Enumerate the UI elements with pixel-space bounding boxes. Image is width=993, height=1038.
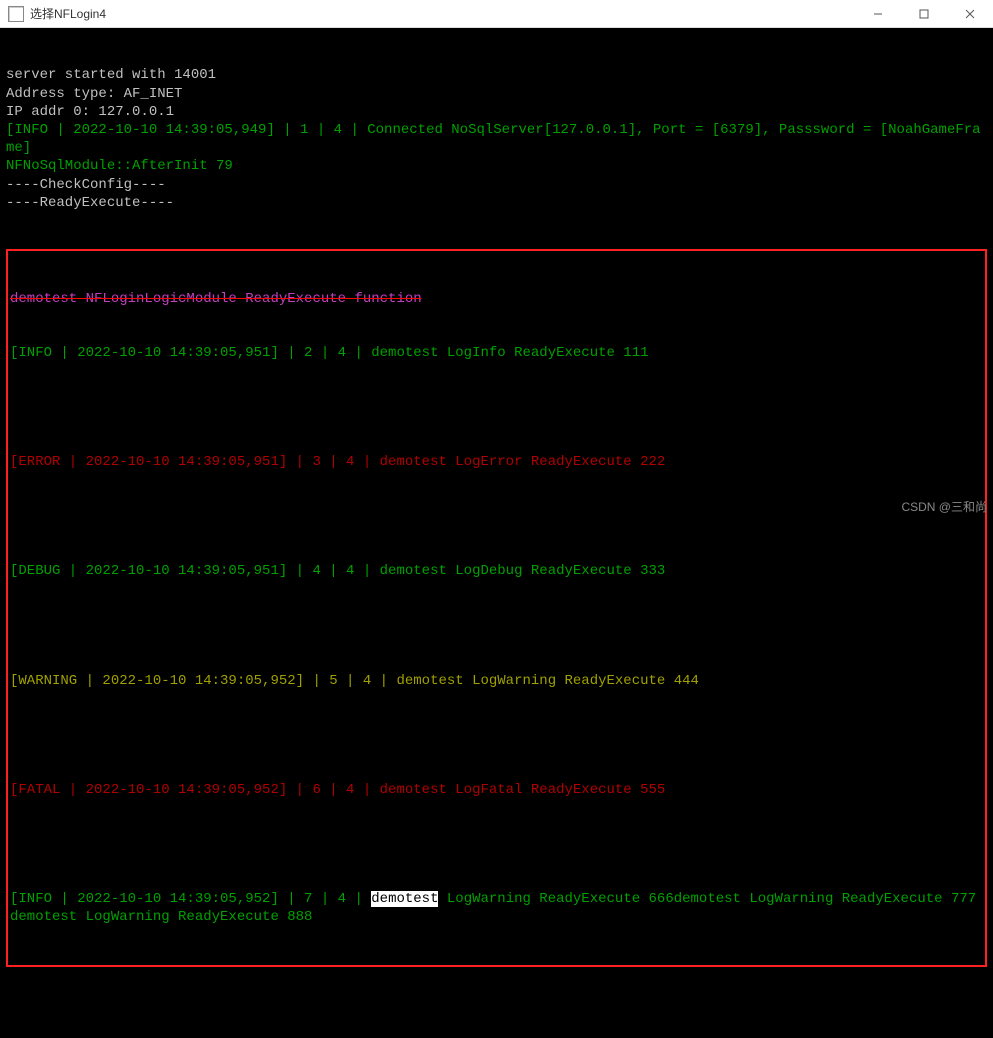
log-warning-line: [WARNING | 2022-10-10 14:39:05,952] | 5 … bbox=[10, 672, 983, 690]
log-error-line: [ERROR | 2022-10-10 14:39:05,951] | 3 | … bbox=[10, 453, 983, 471]
maximize-icon bbox=[919, 9, 929, 19]
highlighted-log-box: demotest NFLoginLogicModule ReadyExecute… bbox=[6, 249, 987, 966]
log-debug-line: [DEBUG | 2022-10-10 14:39:05,951] | 4 | … bbox=[10, 562, 983, 580]
log-line: Address type: AF_INET bbox=[6, 85, 987, 103]
log-fatal-line: [FATAL | 2022-10-10 14:39:05,952] | 6 | … bbox=[10, 781, 983, 799]
close-icon bbox=[965, 9, 975, 19]
selected-text[interactable]: demotest bbox=[371, 891, 438, 907]
log-prefix: [INFO | 2022-10-10 14:39:05,952] | 7 | 4… bbox=[10, 891, 371, 907]
app-icon bbox=[8, 6, 24, 22]
log-info-multiline: [INFO | 2022-10-10 14:39:05,952] | 7 | 4… bbox=[10, 890, 983, 926]
watermark: CSDN @三和尚 bbox=[901, 498, 987, 515]
window-controls bbox=[855, 0, 993, 28]
log-line: server started with 14001 bbox=[6, 66, 987, 84]
terminal-output[interactable]: server started with 14001Address type: A… bbox=[0, 28, 993, 1038]
minimize-button[interactable] bbox=[855, 0, 901, 28]
log-line: NFNoSqlModule::AfterInit 79 bbox=[6, 157, 987, 175]
log-line: ----ReadyExecute---- bbox=[6, 194, 987, 212]
log-info-line: [INFO | 2022-10-10 14:39:05,951] | 2 | 4… bbox=[10, 344, 983, 362]
log-line: IP addr 0: 127.0.0.1 bbox=[6, 103, 987, 121]
struck-line: demotest NFLoginLogicModule ReadyExecute… bbox=[10, 290, 983, 308]
log-line: [INFO | 2022-10-10 14:39:05,949] | 1 | 4… bbox=[6, 121, 987, 157]
log-line: ----CheckConfig---- bbox=[6, 176, 987, 194]
window-title: 选择NFLogin4 bbox=[30, 5, 855, 22]
window-titlebar: 选择NFLogin4 bbox=[0, 0, 993, 28]
minimize-icon bbox=[873, 9, 883, 19]
maximize-button[interactable] bbox=[901, 0, 947, 28]
close-button[interactable] bbox=[947, 0, 993, 28]
